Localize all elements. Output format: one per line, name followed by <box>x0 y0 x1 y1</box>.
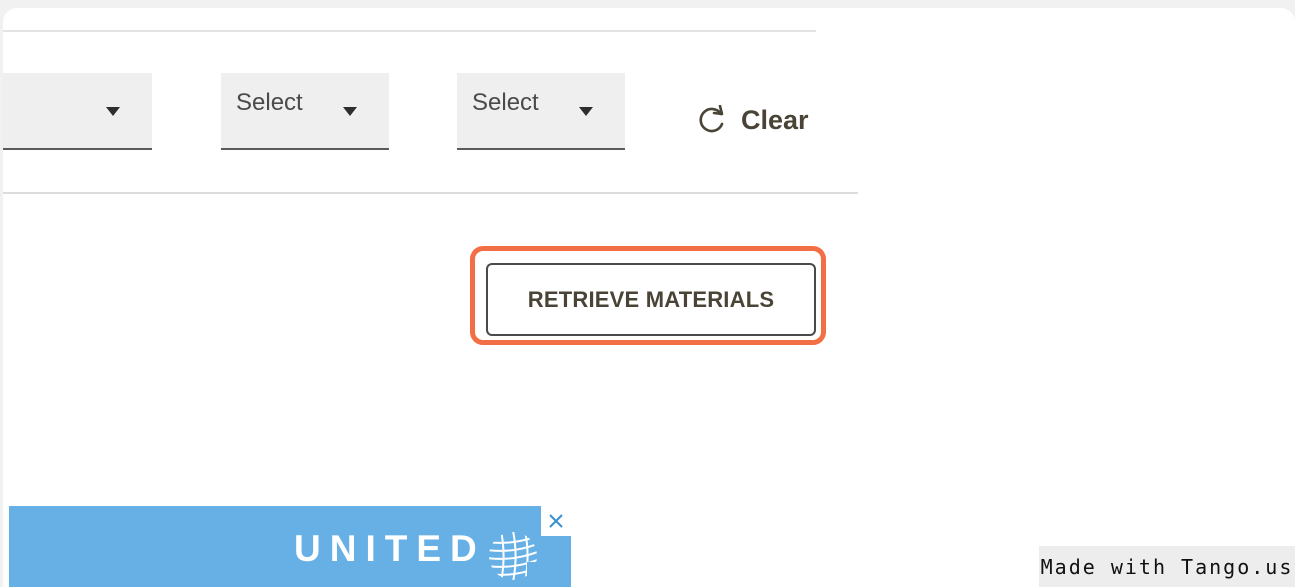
filter-select-3-value: Select <box>472 88 539 116</box>
ad-close-button[interactable] <box>541 506 571 536</box>
caret-down-icon <box>579 107 593 116</box>
tango-watermark: Made with Tango.us <box>1039 546 1295 587</box>
ad-banner[interactable]: UNITED <box>9 506 571 587</box>
retrieve-materials-button[interactable]: RETRIEVE MATERIALS <box>486 263 816 336</box>
top-divider <box>3 30 816 32</box>
retrieve-materials-label: RETRIEVE MATERIALS <box>527 286 775 312</box>
ad-brand-text: UNITED <box>294 528 486 569</box>
filter-select-1[interactable] <box>3 73 152 150</box>
refresh-icon <box>697 104 727 135</box>
clear-label: Clear <box>741 104 809 135</box>
globe-logo-icon <box>489 532 547 582</box>
filter-select-2[interactable]: Select <box>221 73 389 150</box>
caret-down-icon <box>106 107 120 116</box>
filter-select-2-value: Select <box>236 88 303 116</box>
caret-down-icon <box>343 107 357 116</box>
clear-button[interactable]: Clear <box>697 100 809 140</box>
filter-select-3[interactable]: Select <box>457 73 625 150</box>
section-divider <box>3 192 858 194</box>
app-window: Select Select Clear RETRIEVE MATERIALS U… <box>3 8 1295 587</box>
close-icon <box>549 514 563 528</box>
watermark-text: Made with Tango.us <box>1040 554 1294 579</box>
